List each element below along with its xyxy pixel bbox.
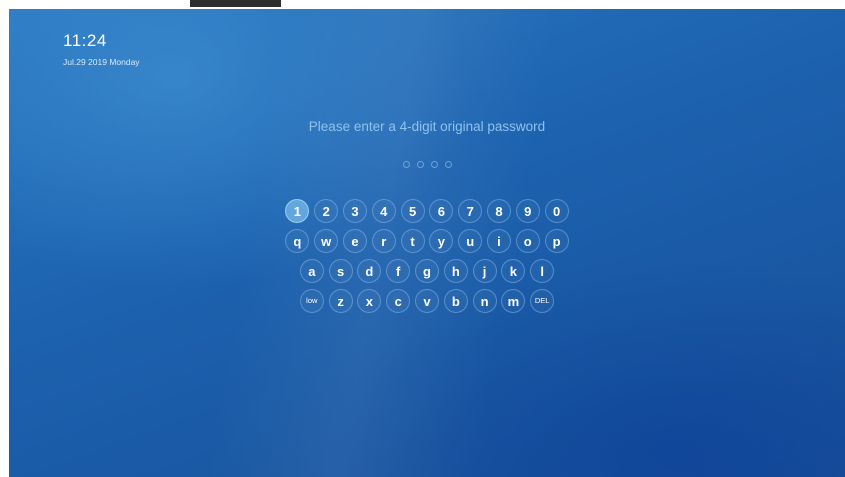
on-screen-keyboard: 1 2 3 4 5 6 7 8 9 0 q w e r t y u i o p a s d f g h j k l low z x c v b n m D… (9, 199, 845, 319)
clock-time: 11:24 (63, 31, 107, 50)
key-h[interactable]: h (443, 259, 468, 283)
key-a[interactable]: a (299, 259, 324, 283)
key-j[interactable]: j (472, 259, 497, 283)
key-x[interactable]: x (357, 289, 382, 313)
password-indicator (9, 161, 845, 168)
key-o[interactable]: o (515, 229, 540, 253)
key-k[interactable]: k (501, 259, 526, 283)
key-q[interactable]: q (285, 229, 310, 253)
key-u[interactable]: u (458, 229, 483, 253)
keyboard-row: 1234567890 (9, 199, 845, 223)
key-m[interactable]: m (501, 289, 526, 313)
key-b[interactable]: b (443, 289, 468, 313)
key-6[interactable]: 6 (429, 199, 454, 223)
key-p[interactable]: p (544, 229, 569, 253)
key-c[interactable]: c (386, 289, 411, 313)
key-4[interactable]: 4 (371, 199, 396, 223)
key-r[interactable]: r (371, 229, 396, 253)
keyboard-row: low z x c v b n m DEL (9, 289, 845, 313)
password-prompt: Please enter a 4-digit original password (308, 119, 546, 134)
key-2[interactable]: 2 (314, 199, 339, 223)
password-dot (430, 161, 438, 168)
keyboard-row: qwertyuiop (9, 229, 845, 253)
lowercase-toggle-key[interactable]: low (299, 289, 324, 313)
key-w[interactable]: w (314, 229, 339, 253)
keyboard-row: asdfghjkl (9, 259, 845, 283)
key-y[interactable]: y (429, 229, 454, 253)
clock-date: Jul.29 2019 Monday (63, 57, 140, 67)
key-z[interactable]: z (328, 289, 353, 313)
lock-screen: 11:24 Jul.29 2019 Monday Please enter a … (9, 9, 845, 477)
key-e[interactable]: e (343, 229, 367, 253)
password-dot (416, 161, 424, 168)
key-n[interactable]: n (472, 289, 497, 313)
key-v[interactable]: v (415, 289, 439, 313)
key-1[interactable]: 1 (285, 199, 310, 223)
delete-key[interactable]: DEL (530, 289, 555, 313)
password-dot (444, 161, 452, 168)
key-5[interactable]: 5 (400, 199, 425, 223)
key-i[interactable]: i (486, 229, 511, 253)
key-7[interactable]: 7 (458, 199, 483, 223)
key-s[interactable]: s (328, 259, 353, 283)
top-bar (190, 0, 281, 7)
key-t[interactable]: t (400, 229, 425, 253)
key-8[interactable]: 8 (486, 199, 511, 223)
key-0[interactable]: 0 (544, 199, 569, 223)
key-3[interactable]: 3 (343, 199, 367, 223)
key-f[interactable]: f (386, 259, 411, 283)
key-9[interactable]: 9 (515, 199, 540, 223)
password-dot (402, 161, 410, 168)
key-d[interactable]: d (357, 259, 382, 283)
key-l[interactable]: l (530, 259, 555, 283)
key-g[interactable]: g (415, 259, 439, 283)
